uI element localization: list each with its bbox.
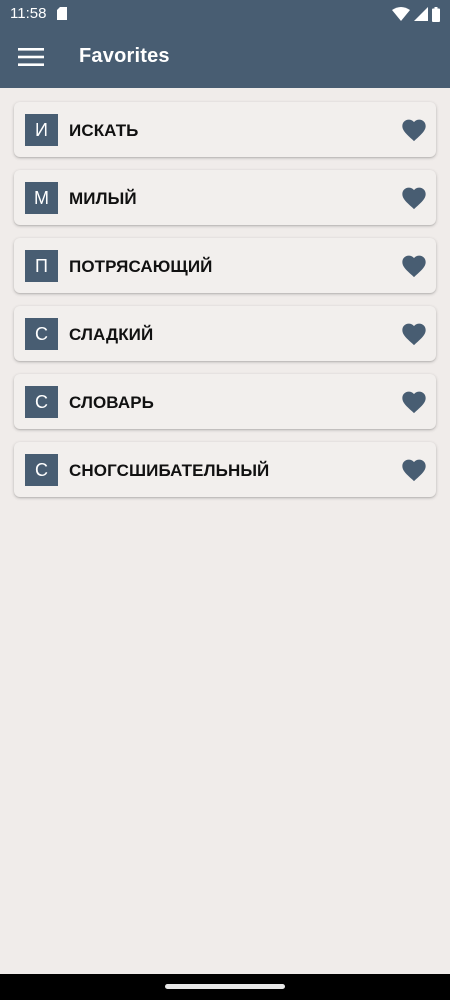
status-time: 11:58 bbox=[10, 5, 47, 22]
favorites-list: И ИСКАТЬ М МИЛЫЙ П ПОТРЯСАЮЩИЙ С СЛАДКИЙ… bbox=[14, 102, 436, 510]
favorite-word: ИСКАТЬ bbox=[69, 121, 139, 140]
signal-icon bbox=[414, 7, 428, 21]
sd-card-icon bbox=[57, 7, 67, 20]
favorite-item[interactable]: П ПОТРЯСАЮЩИЙ bbox=[14, 238, 436, 293]
status-bar: 11:58 bbox=[0, 0, 450, 28]
favorite-item[interactable]: С СЛОВАРЬ bbox=[14, 374, 436, 429]
heart-icon[interactable] bbox=[400, 252, 428, 278]
navigation-bar bbox=[0, 974, 450, 1000]
favorite-word: МИЛЫЙ bbox=[69, 189, 137, 208]
heart-icon[interactable] bbox=[400, 456, 428, 482]
letter-badge: С bbox=[25, 386, 58, 418]
favorite-word: СНОГСШИБАТЕЛЬНЫЙ bbox=[69, 461, 270, 480]
app-bar: 11:58 Favorites bbox=[0, 0, 450, 88]
heart-icon[interactable] bbox=[400, 184, 428, 210]
heart-icon[interactable] bbox=[400, 388, 428, 414]
favorite-word: СЛАДКИЙ bbox=[69, 325, 154, 344]
battery-icon bbox=[432, 6, 440, 22]
home-gesture-handle[interactable] bbox=[165, 984, 285, 989]
letter-badge: П bbox=[25, 250, 58, 282]
favorite-word: СЛОВАРЬ bbox=[69, 393, 154, 412]
favorite-item[interactable]: И ИСКАТЬ bbox=[14, 102, 436, 157]
favorite-word: ПОТРЯСАЮЩИЙ bbox=[69, 257, 213, 276]
favorite-item[interactable]: М МИЛЫЙ bbox=[14, 170, 436, 225]
page-title: Favorites bbox=[79, 45, 170, 67]
status-icons bbox=[392, 5, 440, 23]
favorite-item[interactable]: С СНОГСШИБАТЕЛЬНЫЙ bbox=[14, 442, 436, 497]
favorite-item[interactable]: С СЛАДКИЙ bbox=[14, 306, 436, 361]
wifi-icon bbox=[392, 7, 410, 21]
letter-badge: С bbox=[25, 318, 58, 350]
letter-badge: С bbox=[25, 454, 58, 486]
hamburger-menu-icon bbox=[18, 48, 44, 66]
heart-icon[interactable] bbox=[400, 116, 428, 142]
letter-badge: И bbox=[25, 114, 58, 146]
letter-badge: М bbox=[25, 182, 58, 214]
menu-button[interactable] bbox=[14, 42, 48, 72]
heart-icon[interactable] bbox=[400, 320, 428, 346]
